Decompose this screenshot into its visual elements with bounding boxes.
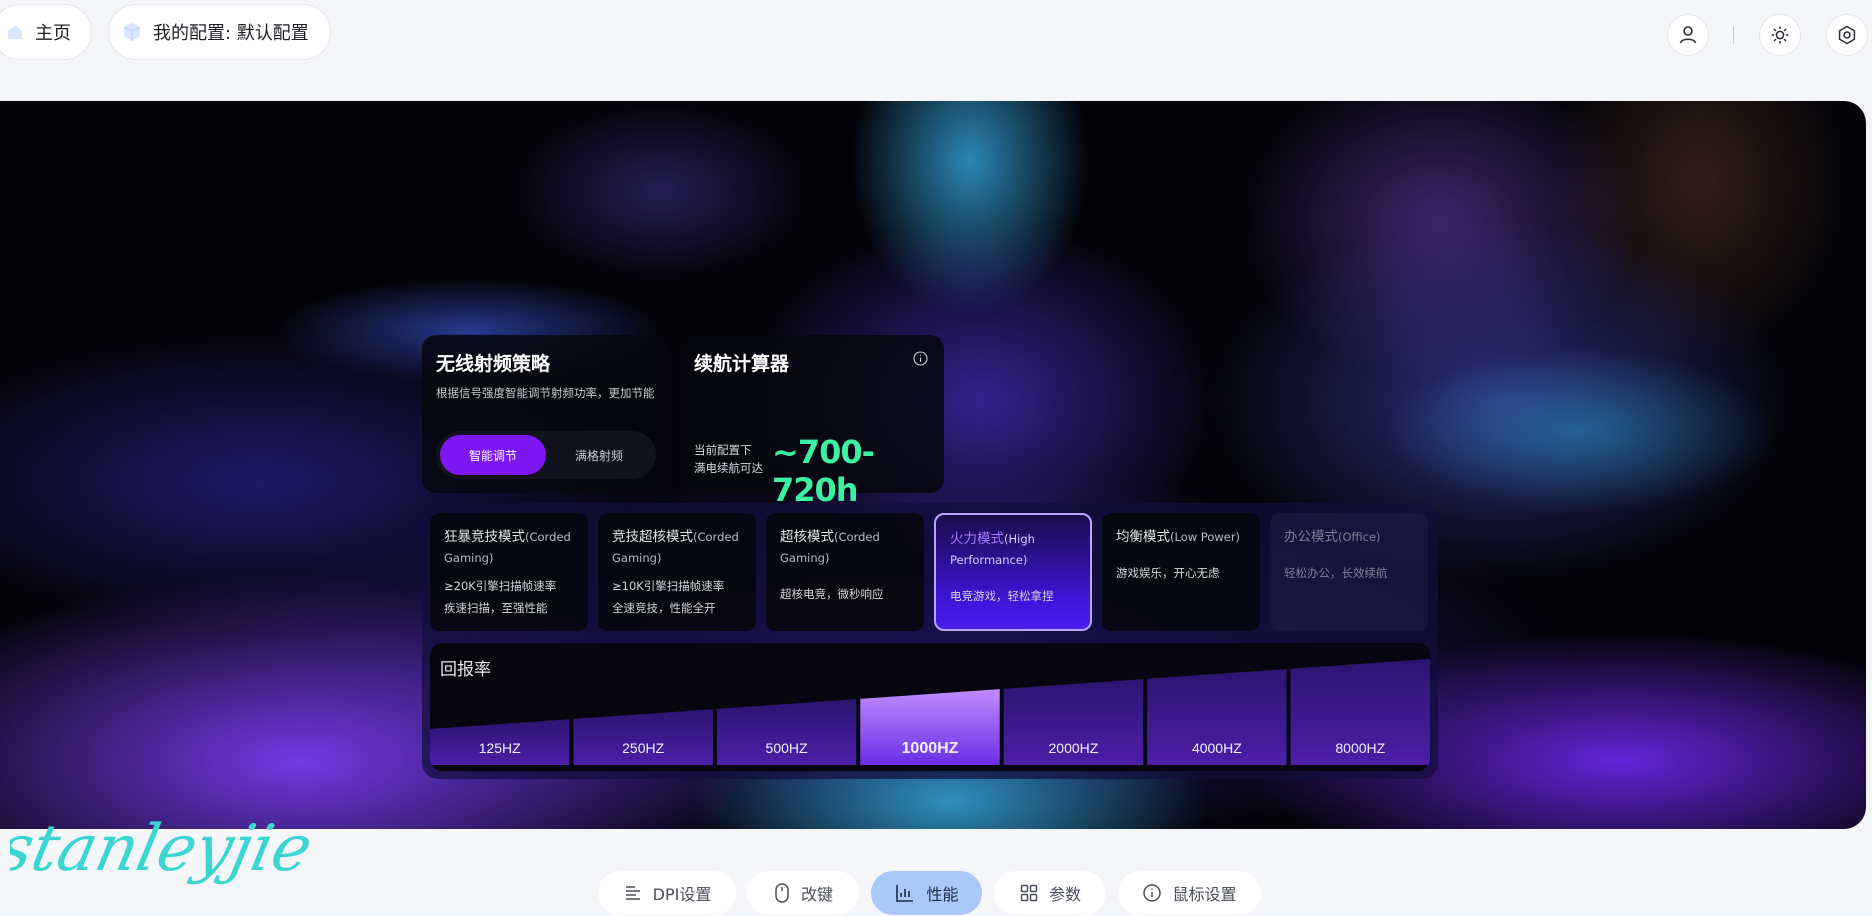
report-rate-label: 4000HZ [1192, 740, 1242, 756]
mode-desc: 轻松办公，长效续航 [1284, 566, 1388, 580]
nav-mouse-settings[interactable]: 鼠标设置 [1118, 871, 1261, 915]
config-label: 我的配置: 默认配置 [153, 23, 309, 44]
report-rate-option[interactable]: 2000HZ [1003, 679, 1144, 765]
nav-dpi-settings[interactable]: DPI设置 [598, 871, 736, 915]
account-button[interactable] [1667, 14, 1709, 56]
signature-watermark: stanleyjie [10, 812, 319, 886]
header-divider [1733, 26, 1734, 44]
mode-card[interactable]: 超核模式(Corded Gaming) 超核电竞，微秒响应 [766, 513, 924, 631]
report-rate-option[interactable]: 250HZ [573, 709, 713, 765]
mode-desc: ≥10K引擎扫描帧速率 全速竞技，性能全开 [612, 579, 725, 615]
mode-desc: 电竞游戏，轻松拿捏 [950, 589, 1054, 603]
sun-icon [1771, 26, 1789, 44]
theme-toggle-button[interactable] [1759, 14, 1801, 56]
report-rate-label: 500HZ [766, 740, 808, 756]
mode-title: 火力模式(High Performance) [950, 531, 1035, 567]
mode-card[interactable]: 办公模式(Office) 轻松办公，长效续航 [1270, 513, 1428, 631]
grid-icon [1020, 884, 1038, 902]
report-rate-option[interactable]: 4000HZ [1147, 669, 1287, 765]
report-rate-label: 125HZ [479, 740, 521, 756]
report-rate-label: 8000HZ [1335, 740, 1385, 756]
mode-title: 狂暴竞技模式(Corded Gaming) [444, 529, 571, 565]
mode-title: 超核模式(Corded Gaming) [780, 529, 880, 565]
report-rate-option[interactable]: 500HZ [716, 699, 857, 765]
nav-performance[interactable]: 性能 [871, 871, 982, 915]
rf-strategy-card: 无线射频策略 根据信号强度智能调节射频功率，更加节能 智能调节 满格射频 [422, 335, 670, 493]
hero-banner: 无线射频策略 根据信号强度智能调节射频功率，更加节能 智能调节 满格射频 续航计… [0, 101, 1866, 829]
mode-title: 办公模式(Office) [1284, 529, 1381, 545]
rf-option-smart[interactable]: 智能调节 [440, 435, 546, 475]
home-button[interactable]: 主页 [0, 4, 92, 60]
mode-card[interactable]: 竞技超核模式(Corded Gaming) ≥10K引擎扫描帧速率 全速竞技，性能全… [598, 513, 756, 631]
rf-card-desc: 根据信号强度智能调节射频功率，更加节能 [436, 386, 655, 400]
report-rate-bar[interactable] [573, 709, 713, 765]
battery-label: 当前配置下 满电续航可达 [694, 443, 763, 475]
mode-desc: 超核电竞，微秒响应 [780, 587, 884, 601]
rf-option-full[interactable]: 满格射频 [546, 447, 652, 464]
mode-title: 均衡模式(Low Power) [1116, 529, 1241, 545]
mouse-icon [775, 883, 789, 903]
report-rate-panel: 回报率 125HZ 250HZ 500HZ 1000HZ 2000HZ 4000HZ 800… [430, 643, 1430, 771]
mode-card[interactable]: 狂暴竞技模式(Corded Gaming) ≥20K引擎扫描帧速率 疾速扫描，至强性… [430, 513, 588, 631]
report-rate-selector: 125HZ 250HZ 500HZ 1000HZ 2000HZ 4000HZ 8000HZ [430, 659, 1430, 765]
report-rate-option[interactable]: 8000HZ [1290, 659, 1430, 765]
nav-remap[interactable]: 改键 [747, 871, 859, 915]
home-icon [8, 25, 22, 39]
gear-hex-icon [1838, 25, 1856, 45]
performance-chart-icon [896, 885, 914, 902]
nav-parameters[interactable]: 参数 [994, 871, 1106, 915]
info-icon[interactable] [913, 351, 928, 366]
report-rate-label: 1000HZ [902, 740, 959, 757]
user-icon [1679, 26, 1697, 44]
mode-card[interactable]: 火力模式(High Performance) 电竞游戏，轻松拿捏 [934, 513, 1092, 631]
dpi-lines-icon [625, 886, 640, 900]
config-selector[interactable]: 我的配置: 默认配置 [108, 4, 331, 60]
rf-card-title: 无线射频策略 [436, 353, 551, 375]
rf-mode-toggle: 智能调节 满格射频 [436, 431, 656, 479]
mode-desc: 游戏娱乐，开心无虑 [1116, 566, 1220, 580]
battery-calculator-card: 续航计算器 当前配置下 满电续航可达 ~700-720h [680, 335, 944, 509]
report-rate-label: 250HZ [622, 740, 664, 756]
mode-title: 竞技超核模式(Corded Gaming) [612, 529, 739, 565]
cube-icon [123, 23, 141, 41]
report-rate-option[interactable]: 125HZ [430, 719, 570, 765]
svg-text:stanleyjie: stanleyjie [10, 812, 319, 886]
info-circle-icon [1143, 884, 1162, 902]
battery-value: ~700-720h [772, 433, 875, 509]
battery-card-title: 续航计算器 [694, 353, 790, 375]
report-rate-option[interactable]: 1000HZ [860, 689, 1000, 765]
settings-button[interactable] [1826, 14, 1868, 56]
home-label: 主页 [35, 23, 71, 44]
report-rate-label: 2000HZ [1049, 740, 1099, 756]
mode-desc: ≥20K引擎扫描帧速率 疾速扫描，至强性能 [444, 579, 557, 615]
mode-card[interactable]: 均衡模式(Low Power) 游戏娱乐，开心无虑 [1102, 513, 1260, 631]
performance-mode-panel: 狂暴竞技模式(Corded Gaming) ≥20K引擎扫描帧速率 疾速扫描，至强性… [422, 503, 1438, 779]
